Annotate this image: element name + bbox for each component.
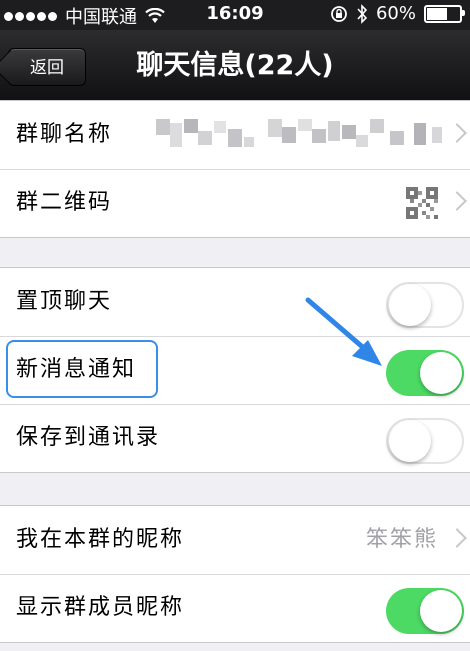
battery-percent: 60% xyxy=(375,3,416,24)
show-member-nicknames-switch[interactable] xyxy=(386,588,464,634)
group-nickname-settings: 我在本群的昵称 笨笨熊 显示群成员昵称 xyxy=(0,505,470,643)
switch-knob xyxy=(389,420,431,462)
status-bar: 中国联通 16:09 60% xyxy=(0,0,470,30)
chevron-right-icon xyxy=(447,528,467,548)
row-show-member-nicknames: 显示群成员昵称 xyxy=(0,574,470,642)
row-group-name[interactable]: 群聊名称 xyxy=(0,101,470,169)
my-nickname-value: 笨笨熊 xyxy=(365,527,438,552)
rotation-lock-icon xyxy=(331,5,347,22)
pin-chat-switch[interactable] xyxy=(386,282,464,328)
battery-fill xyxy=(427,7,448,20)
chevron-right-icon xyxy=(447,123,467,143)
group-chat-info: 群聊名称 群二维码 xyxy=(0,100,470,238)
row-label: 我在本群的昵称 xyxy=(16,527,185,552)
row-label: 保存到通讯录 xyxy=(16,425,161,450)
status-right: 60% xyxy=(322,3,465,24)
row-pin-chat: 置顶聊天 xyxy=(0,268,470,336)
highlight-box xyxy=(6,340,158,398)
page-title: 聊天信息(22人) xyxy=(136,50,334,81)
bluetooth-icon xyxy=(357,3,368,24)
pixelated-name-icon xyxy=(156,119,442,147)
row-my-nickname[interactable]: 我在本群的昵称 笨笨熊 xyxy=(0,506,470,574)
navigation-bar: 返回 聊天信息(22人) xyxy=(0,30,470,101)
chevron-right-icon xyxy=(447,191,467,211)
save-to-contacts-switch[interactable] xyxy=(386,418,464,464)
switch-knob xyxy=(420,352,462,394)
row-label: 群聊名称 xyxy=(16,122,113,147)
row-save-to-contacts: 保存到通讯录 xyxy=(0,404,470,472)
switch-knob xyxy=(420,590,462,632)
qr-code-icon xyxy=(406,187,438,219)
row-label: 群二维码 xyxy=(16,190,113,215)
battery-icon xyxy=(424,4,465,23)
row-group-qrcode[interactable]: 群二维码 xyxy=(0,169,470,237)
row-label: 置顶聊天 xyxy=(16,289,113,314)
row-label: 显示群成员昵称 xyxy=(16,595,185,620)
new-message-notification-switch[interactable] xyxy=(386,350,464,396)
switch-knob xyxy=(389,284,431,326)
